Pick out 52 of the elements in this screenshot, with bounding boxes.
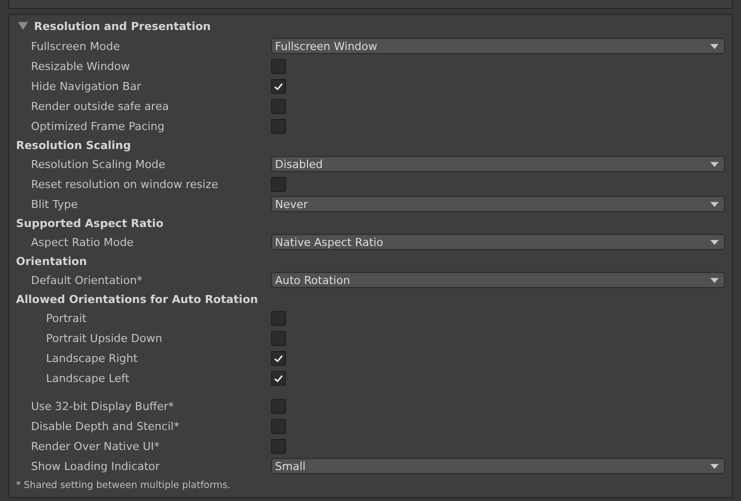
caret-icon: [710, 240, 719, 244]
group-heading: Resolution Scaling: [15, 138, 132, 154]
dropdown[interactable]: Never: [271, 196, 725, 212]
caret-icon: [710, 464, 719, 468]
setting-label: Blit Type: [31, 198, 79, 210]
checkbox[interactable]: [271, 350, 286, 366]
group-heading: Supported Aspect Ratio: [15, 216, 164, 232]
check-icon: [273, 80, 284, 92]
setting-label: Resizable Window: [31, 60, 131, 72]
setting-label: Render Over Native UI*: [31, 440, 161, 452]
checkbox[interactable]: [271, 58, 286, 74]
checkbox[interactable]: [271, 118, 286, 134]
dropdown[interactable]: Auto Rotation: [271, 272, 725, 288]
setting-label: Render outside safe area: [31, 100, 170, 112]
checkbox[interactable]: [271, 310, 286, 326]
group-heading: Orientation: [15, 254, 88, 270]
footnote: * Shared setting between multiple platforms.: [15, 480, 232, 491]
section-title: Resolution and Presentation: [34, 20, 211, 32]
setting-label: Portrait Upside Down: [46, 332, 164, 344]
setting-label: Fullscreen Mode: [31, 40, 121, 52]
caret-icon: [710, 278, 719, 282]
dropdown[interactable]: Native Aspect Ratio: [271, 234, 725, 250]
checkbox[interactable]: [271, 418, 286, 434]
group-heading: Allowed Orientations for Auto Rotation: [15, 292, 259, 308]
checkbox[interactable]: [271, 370, 286, 386]
setting-label: Disable Depth and Stencil*: [31, 420, 180, 432]
checkbox[interactable]: [271, 438, 286, 454]
dropdown[interactable]: Small: [271, 458, 725, 474]
dropdown[interactable]: Disabled: [271, 156, 725, 172]
checkbox[interactable]: [271, 398, 286, 414]
setting-label: Reset resolution on window resize: [31, 178, 220, 190]
check-icon: [273, 372, 284, 384]
setting-label: Default Orientation*: [31, 274, 144, 286]
setting-label: Resolution Scaling Mode: [31, 158, 166, 170]
setting-label: Aspect Ratio Mode: [31, 236, 135, 248]
caret-icon: [710, 162, 719, 166]
setting-label: Landscape Left: [46, 372, 130, 384]
setting-label: Landscape Right: [46, 352, 139, 364]
setting-label: Hide Navigation Bar: [31, 80, 142, 92]
setting-label: Use 32-bit Display Buffer*: [31, 400, 175, 412]
foldout-triangle-icon[interactable]: [18, 21, 28, 31]
checkbox[interactable]: [271, 98, 286, 114]
checkbox[interactable]: [271, 176, 286, 192]
dropdown[interactable]: Fullscreen Window: [271, 38, 725, 54]
setting-label: Portrait: [46, 312, 88, 324]
check-icon: [273, 352, 284, 364]
checkbox[interactable]: [271, 78, 286, 94]
checkbox[interactable]: [271, 330, 286, 346]
setting-label: Show Loading Indicator: [31, 460, 161, 472]
setting-label: Optimized Frame Pacing: [31, 120, 166, 132]
caret-icon: [710, 44, 719, 48]
caret-icon: [710, 202, 719, 206]
